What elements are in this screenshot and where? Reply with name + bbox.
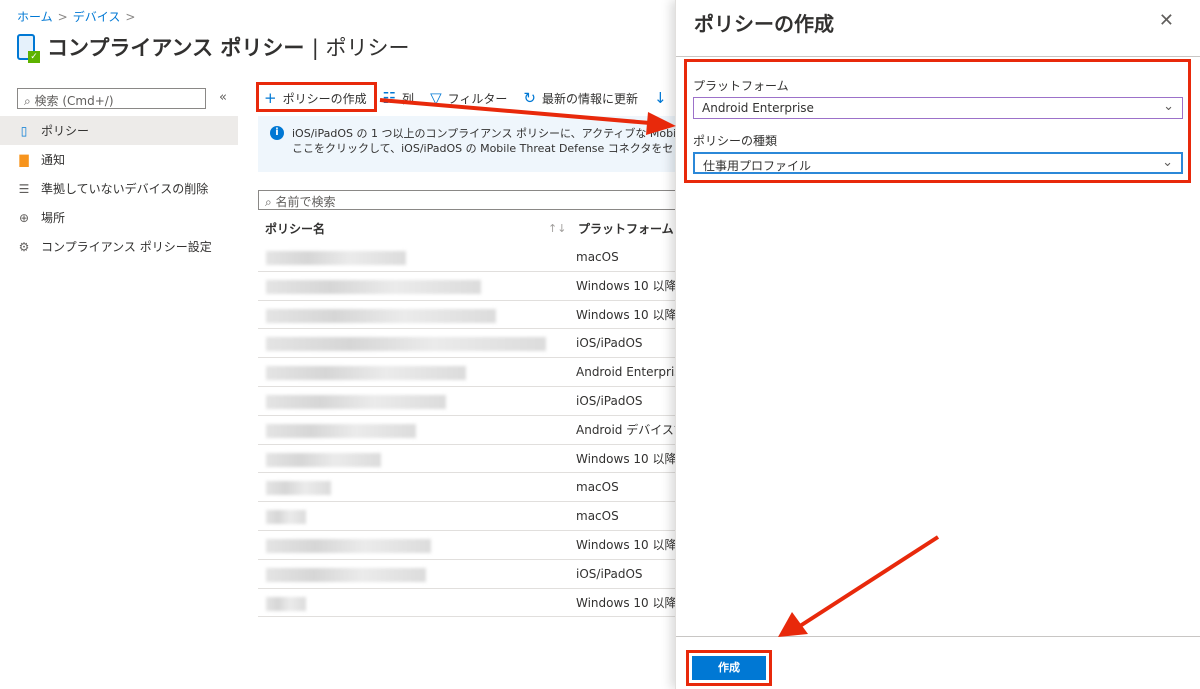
- gear-icon: ⚙: [18, 239, 30, 254]
- footer-divider: [676, 636, 1200, 637]
- sidebar-item-label: 準拠していないデバイスの削除: [41, 182, 209, 196]
- sidebar-nav: ▯ ポリシー ▇ 通知 ☰ 準拠していないデバイスの削除 ⊕ 場所 ⚙ コンプライアンス …: [0, 116, 238, 261]
- platform-cell: macOS: [576, 509, 619, 524]
- info-banner[interactable]: i iOS/iPadOS の 1 つ以上のコンプライアンス ポリシーに、アクティ…: [258, 116, 678, 172]
- name-search-input[interactable]: ⌕ 名前で検索: [258, 190, 678, 210]
- sidebar-item-retire-noncompliant[interactable]: ☰ 準拠していないデバイスの削除: [0, 174, 238, 203]
- platform-cell: Windows 10 以降: [576, 538, 677, 553]
- download-icon: ↓: [653, 89, 667, 107]
- sidebar-item-compliance-settings[interactable]: ⚙ コンプライアンス ポリシー設定: [0, 232, 238, 261]
- platform-cell: iOS/iPadOS: [576, 336, 643, 351]
- table-header: ポリシー名 ↑↓ プラットフォーム: [258, 214, 678, 242]
- create-policy-panel: ポリシーの作成 ✕ プラットフォーム Android Enterprise ⌄ ポ…: [675, 0, 1200, 689]
- column-policy-name[interactable]: ポリシー名: [258, 220, 548, 237]
- breadcrumb: ホーム > デバイス >: [17, 10, 136, 24]
- info-text: iOS/iPadOS の 1 つ以上のコンプライアンス ポリシーに、アクティブな…: [292, 127, 678, 140]
- platform-cell: Android デバイス管: [576, 423, 678, 438]
- policy-name-redacted[interactable]: [258, 502, 556, 530]
- sidebar-item-policy[interactable]: ▯ ポリシー: [0, 116, 238, 145]
- refresh-icon: ↻: [523, 89, 536, 107]
- info-icon: i: [270, 126, 284, 140]
- page-title: コンプライアンス ポリシー | ポリシー: [47, 36, 410, 60]
- policy-name-redacted[interactable]: [258, 560, 556, 588]
- table-row[interactable]: iOS/iPadOS: [258, 387, 678, 416]
- columns-button[interactable]: ☷ 列: [383, 89, 414, 107]
- sidebar-item-notifications[interactable]: ▇ 通知: [0, 145, 238, 174]
- create-button-highlight: [686, 650, 772, 686]
- platform-cell: Windows 10 以降: [576, 279, 677, 294]
- platform-cell: Windows 10 以降: [576, 595, 677, 610]
- policy-name-redacted[interactable]: [258, 272, 556, 300]
- platform-cell: macOS: [576, 249, 619, 264]
- divider: [676, 56, 1200, 57]
- policy-name-redacted[interactable]: [258, 473, 556, 501]
- table-row[interactable]: Android Enterprise: [258, 358, 678, 387]
- sidebar-search-input[interactable]: ⌕ 検索 (Cmd+/): [17, 88, 206, 109]
- sort-icon[interactable]: ↑↓: [548, 222, 578, 235]
- platform-cell: iOS/iPadOS: [576, 566, 643, 581]
- table-row[interactable]: macOS: [258, 502, 678, 531]
- platform-cell: iOS/iPadOS: [576, 393, 643, 408]
- policy-name-redacted[interactable]: [258, 387, 556, 415]
- column-platform[interactable]: プラットフォーム: [578, 220, 674, 237]
- table-row[interactable]: Windows 10 以降: [258, 272, 678, 301]
- table-row[interactable]: iOS/iPadOS: [258, 560, 678, 589]
- table-row[interactable]: Android デバイス管: [258, 416, 678, 445]
- table-row[interactable]: iOS/iPadOS: [258, 329, 678, 359]
- policy-name-redacted[interactable]: [258, 416, 556, 444]
- sidebar-item-label: ポリシー: [41, 124, 90, 138]
- collapse-sidebar-button[interactable]: «: [219, 90, 227, 105]
- device-policy-icon: ▯: [20, 123, 28, 138]
- globe-icon: ⊕: [18, 210, 30, 225]
- list-icon: ☰: [18, 181, 30, 196]
- table-row[interactable]: Windows 10 以降: [258, 301, 678, 330]
- breadcrumb-home[interactable]: ホーム: [17, 10, 53, 24]
- table-row[interactable]: Windows 10 以降: [258, 531, 678, 560]
- sidebar-item-locations[interactable]: ⊕ 場所: [0, 203, 238, 232]
- policy-name-redacted[interactable]: [258, 358, 556, 386]
- platform-cell: Windows 10 以降: [576, 451, 677, 466]
- platform-cell: Android Enterprise: [576, 365, 678, 380]
- filter-icon: ▽: [430, 89, 442, 107]
- table-row[interactable]: macOS: [258, 243, 678, 272]
- compliance-device-icon: [17, 34, 40, 63]
- info-link[interactable]: ここをクリックして、iOS/iPadOS の Mobile Threat Def…: [292, 141, 678, 156]
- filter-button[interactable]: ▽ フィルター: [430, 89, 507, 107]
- close-icon[interactable]: ✕: [1159, 10, 1174, 31]
- policy-name-redacted[interactable]: [258, 531, 556, 559]
- table-row[interactable]: Windows 10 以降: [258, 445, 678, 474]
- create-policy-highlight: [256, 82, 377, 112]
- table-row[interactable]: macOS: [258, 473, 678, 503]
- policy-table: macOS Windows 10 以降 Windows 10 以降 iOS/iPadO…: [258, 243, 678, 618]
- sidebar-item-label: 場所: [41, 211, 66, 225]
- platform-cell: macOS: [576, 480, 619, 495]
- form-highlight: [684, 59, 1191, 183]
- breadcrumb-devices[interactable]: デバイス: [73, 10, 121, 24]
- policy-name-redacted[interactable]: [258, 301, 556, 329]
- export-button[interactable]: ↓: [654, 89, 667, 107]
- page-header: コンプライアンス ポリシー | ポリシー: [17, 32, 410, 63]
- panel-title: ポリシーの作成: [694, 12, 834, 36]
- sidebar-item-label: 通知: [41, 153, 66, 167]
- bell-icon: ▇: [19, 152, 29, 167]
- platform-cell: Windows 10 以降: [576, 307, 677, 322]
- columns-icon: ☷: [382, 89, 397, 107]
- policy-name-redacted[interactable]: [258, 243, 556, 271]
- policy-name-redacted[interactable]: [258, 445, 556, 473]
- policy-name-redacted[interactable]: [258, 329, 556, 357]
- sidebar-item-label: コンプライアンス ポリシー設定: [41, 240, 212, 254]
- policy-name-redacted[interactable]: [258, 589, 556, 617]
- refresh-button[interactable]: ↻ 最新の情報に更新: [523, 89, 638, 107]
- table-row[interactable]: Windows 10 以降: [258, 589, 678, 618]
